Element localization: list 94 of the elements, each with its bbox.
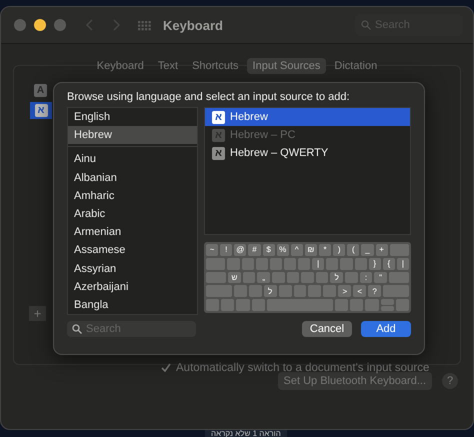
keyboard-key [350,299,364,311]
keyboard-key: ל [264,285,277,298]
language-item[interactable]: Ainu [68,150,197,169]
language-item[interactable]: Albanian [68,168,197,187]
checkbox[interactable] [160,362,171,374]
keyboard-key [390,244,410,256]
keyboard-key [256,258,268,270]
search-icon [361,20,371,30]
keyboard-key [270,258,282,270]
tab[interactable]: Dictation [328,58,384,74]
keyboard-key: ( [347,244,360,256]
keyboard-key: _ [361,244,374,256]
language-item[interactable]: Amharic [68,186,197,205]
keyboard-key [284,258,296,270]
dialog-prompt: Browse using language and select an input source to add: [67,91,351,103]
checkbox-label: Automatically switch to a document's input source [176,362,430,374]
language-item[interactable]: Arabic [68,204,197,224]
keyboard-key: : [360,272,372,284]
keyboard-key [227,258,240,270]
language-item[interactable]: Assamese [68,241,197,260]
arrow-keys [380,299,394,311]
keyboard-key [354,258,367,270]
keyboard-key: | [396,258,410,270]
search-icon [72,324,82,334]
tab[interactable]: Shortcuts [186,58,245,74]
keyboard-key: ? [368,285,382,298]
keyboard-key [234,285,247,298]
keyboard-key: } [368,258,381,270]
language-item[interactable]: Assyrian [68,260,197,278]
keyboard-key [388,272,410,284]
keyboard-key [294,285,306,298]
grid-icon [138,20,151,30]
keyboard-key [345,272,358,284]
window-minimize-button[interactable] [34,19,46,31]
keyboard-key: ) [333,244,346,256]
keyboard-key [308,285,322,298]
language-item[interactable]: Armenian [68,223,197,242]
checkmark-icon [160,363,170,373]
keyboard-key [252,299,265,311]
keyboard-key [365,299,379,311]
keyboard-key: $ [262,244,275,256]
keyboard-key [206,285,232,298]
keyboard-key: ₪ [304,244,317,256]
keyboard-key: „ [257,272,270,284]
keyboard-key: ^ [290,244,303,256]
window-zoom-button[interactable] [54,19,66,31]
keyboard-key [206,258,226,270]
keyboard-key [242,258,254,270]
window-close-button[interactable] [14,19,26,31]
keyboard-key [242,272,256,284]
hebrew-input-icon: א [212,110,225,124]
language-item[interactable]: Azerbaijani [68,278,197,296]
keyboard-key: # [248,244,260,256]
keyboard-key: ש [228,272,241,284]
keyboard-key [278,285,292,298]
input-source-icon[interactable]: א [34,104,48,117]
keyboard-key [396,299,410,311]
keyboard-key [298,258,310,270]
keyboard-key [301,272,314,284]
keyboard-key [206,272,226,284]
keyboard-key [316,272,328,284]
hebrew-input-icon: א [212,146,225,160]
keyboard-key: * [319,244,332,256]
language-item[interactable]: English [68,108,197,126]
language-item[interactable]: Hebrew [68,126,197,144]
keyboard-key: { [382,258,395,270]
keyboard-key [221,299,234,311]
keyboard-key: " [374,272,387,284]
keyboard-key [286,272,300,284]
keyboard-key [323,285,336,298]
keyboard-key [334,299,348,311]
tab[interactable]: Keyboard [90,58,150,74]
keyboard-key: | [312,258,324,270]
cancel-button[interactable]: Cancel [302,321,352,337]
keyboard-key: @ [234,244,246,256]
keyboard-key: > [338,285,352,298]
tab[interactable]: Text [152,58,184,74]
keyboard-key [206,299,220,311]
keyboard-key [340,258,353,270]
keyboard-key [326,258,338,270]
keyboard-key [236,299,250,311]
keyboard-key [383,285,409,298]
keyboard-key: ~ [206,244,218,256]
keyboard-key: < [353,285,366,298]
language-item[interactable]: Bangla [68,296,197,314]
keyboard-key [272,272,285,284]
keyboard-key: + [376,244,388,256]
keyboard-key [266,299,333,311]
keyboard-key [248,285,262,298]
keyboard-key: ל [330,272,344,284]
add-button[interactable]: Add [361,321,411,337]
keyboard-key: % [276,244,289,256]
keyboard-key: ! [220,244,232,256]
window-title: Keyboard [163,18,223,32]
